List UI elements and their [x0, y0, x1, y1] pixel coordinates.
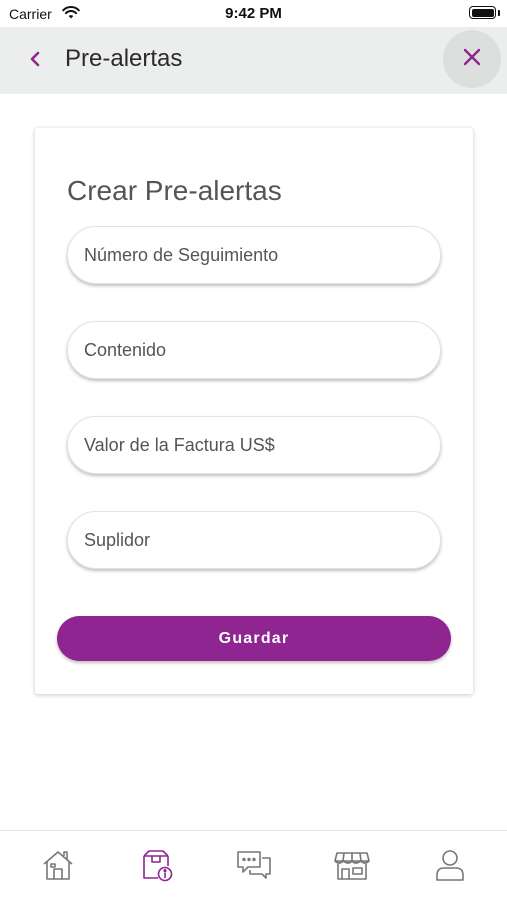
- form-card: Crear Pre-alertas Guardar: [35, 128, 473, 694]
- tab-chat[interactable]: [234, 847, 274, 887]
- supplier-field[interactable]: [67, 511, 441, 569]
- content-input[interactable]: [84, 339, 424, 361]
- tracking-number-field[interactable]: [67, 226, 441, 284]
- save-button[interactable]: Guardar: [57, 616, 451, 661]
- invoice-value-field[interactable]: [67, 416, 441, 474]
- form-title: Crear Pre-alertas: [67, 175, 282, 206]
- app-header: Pre-alertas: [0, 27, 507, 94]
- content-field[interactable]: [67, 321, 441, 379]
- invoice-value-input[interactable]: [84, 434, 424, 456]
- tracking-number-input[interactable]: [84, 244, 424, 266]
- user-icon: [432, 847, 468, 888]
- battery-icon: [469, 6, 496, 19]
- tab-prealerts[interactable]: [136, 847, 176, 887]
- package-info-icon: [138, 847, 174, 888]
- bottom-tab-bar: [0, 830, 507, 900]
- tab-profile[interactable]: [430, 847, 470, 887]
- home-icon: [40, 847, 76, 888]
- supplier-input[interactable]: [84, 529, 424, 551]
- close-icon: [462, 47, 482, 72]
- status-time: 9:42 PM: [225, 5, 282, 22]
- page-title: Pre-alertas: [65, 45, 183, 72]
- chat-icon: [235, 847, 273, 888]
- back-button[interactable]: [20, 46, 50, 76]
- tab-home[interactable]: [38, 847, 78, 887]
- battery-cap: [498, 10, 500, 16]
- chevron-left-icon: [28, 50, 42, 73]
- store-icon: [333, 847, 371, 888]
- tab-store[interactable]: [332, 847, 372, 887]
- status-bar: Carrier 9:42 PM: [0, 0, 507, 27]
- close-button[interactable]: [443, 30, 501, 88]
